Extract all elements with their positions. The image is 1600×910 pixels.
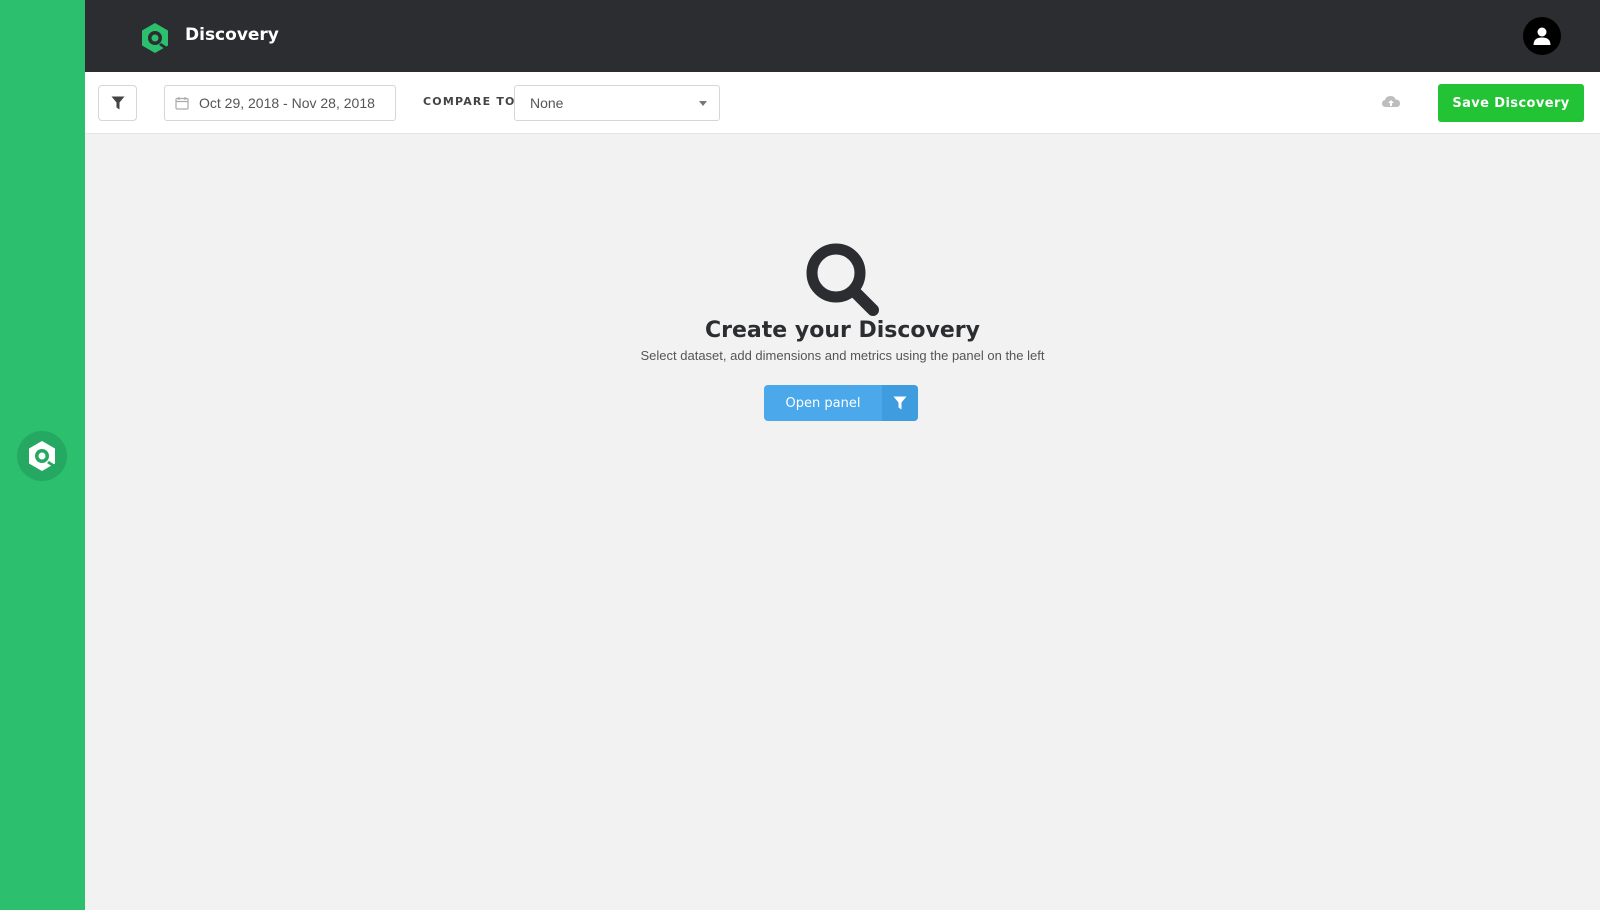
toolbar: Oct 29, 2018 - Nov 28, 2018 COMPARE TO N… [85, 72, 1600, 134]
app-title: Discovery [185, 25, 279, 45]
empty-state-subtitle: Select dataset, add dimensions and metri… [640, 348, 1045, 363]
user-avatar[interactable] [1523, 17, 1561, 55]
calendar-icon [175, 96, 189, 110]
chevron-down-icon [699, 101, 707, 106]
cloud-icon[interactable] [1381, 94, 1401, 110]
save-discovery-button[interactable]: Save Discovery [1438, 84, 1584, 122]
date-range-value: Oct 29, 2018 - Nov 28, 2018 [199, 95, 375, 111]
compare-to-label: COMPARE TO [423, 95, 516, 108]
user-icon [1533, 27, 1551, 45]
compare-to-select[interactable]: None [514, 85, 720, 121]
compare-to-value: None [530, 95, 564, 111]
empty-state-title: Create your Discovery [705, 318, 980, 343]
filter-icon [882, 385, 918, 421]
open-panel-label: Open panel [785, 395, 861, 411]
filter-icon [111, 96, 124, 110]
date-range-picker[interactable]: Oct 29, 2018 - Nov 28, 2018 [164, 85, 396, 121]
discovery-logo-icon[interactable] [17, 431, 67, 481]
left-rail [0, 0, 85, 910]
brand-logo-icon[interactable] [139, 22, 171, 54]
open-panel-button[interactable]: Open panel [764, 385, 918, 421]
search-icon [802, 239, 882, 319]
top-bar: Discovery [85, 0, 1600, 72]
filter-button[interactable] [98, 85, 137, 121]
